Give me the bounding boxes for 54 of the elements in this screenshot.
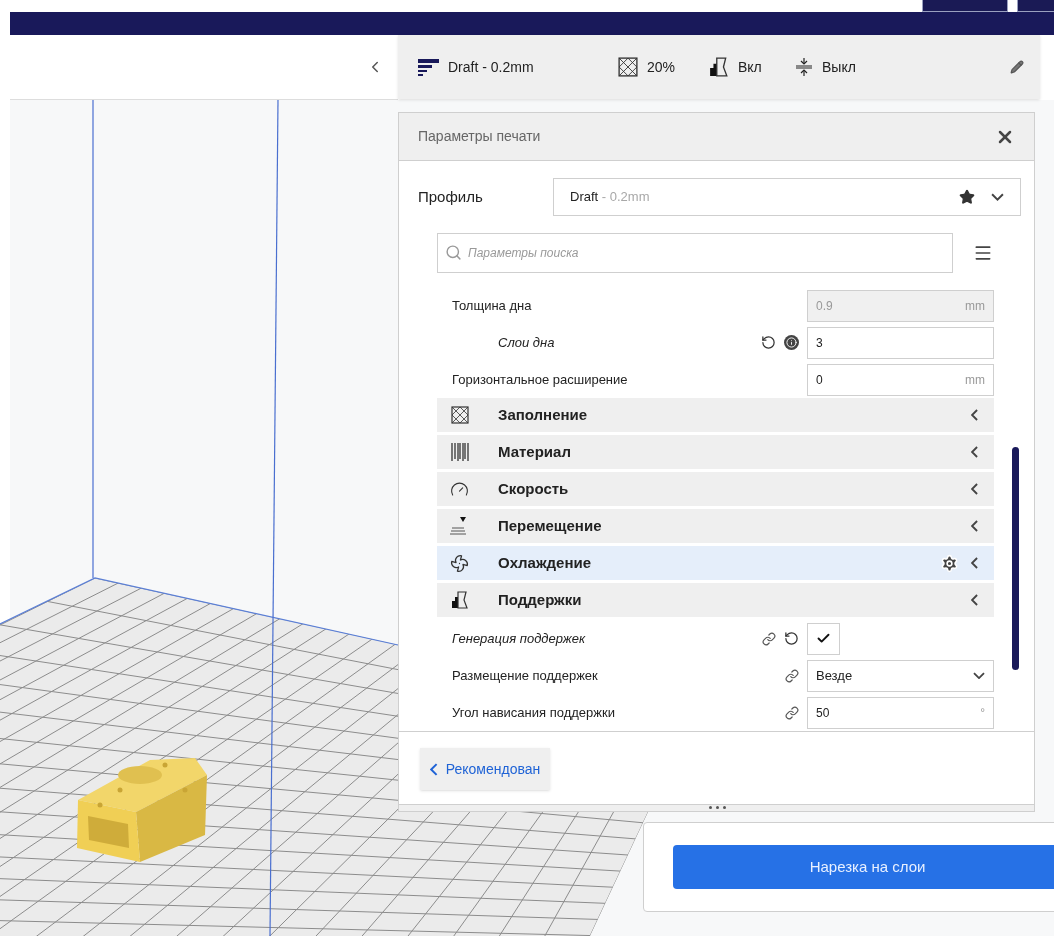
- drag-handle[interactable]: [399, 803, 1034, 811]
- chevron-left-icon: [970, 520, 978, 533]
- profile-dropdown[interactable]: Draft - 0.2mm: [553, 178, 1021, 217]
- support-summary: Вкл: [738, 57, 763, 77]
- setting-label: Толщина дна: [452, 297, 533, 315]
- value-field[interactable]: 50 °: [807, 696, 994, 729]
- setting-label: Размещение поддержек: [452, 667, 599, 685]
- chevron-down-icon: [991, 193, 1004, 202]
- edit-icon[interactable]: [1010, 60, 1024, 74]
- infill-summary: 20%: [647, 57, 677, 77]
- header-button[interactable]: [1017, 0, 1054, 12]
- vertical-lines-icon: [450, 442, 469, 463]
- adhesion-summary: Выкл: [822, 57, 857, 77]
- infill-icon: [618, 57, 638, 77]
- infill-icon: [450, 406, 469, 425]
- profile-label: Профиль: [418, 187, 484, 207]
- chevron-left-icon: [970, 446, 978, 459]
- dropdown[interactable]: Везде: [807, 659, 994, 692]
- search-field[interactable]: Параметры поиска: [437, 233, 953, 274]
- chevron-left-icon: [430, 762, 438, 776]
- reset-icon[interactable]: [784, 631, 799, 647]
- setting-label: Горизонтальное расширение: [452, 371, 629, 389]
- print-summary-bar[interactable]: Draft - 0.2mm 20% Вкл Выкл: [398, 35, 1040, 99]
- category-header[interactable]: Перемещение: [437, 509, 994, 544]
- chevron-down-icon: [973, 672, 985, 680]
- profile-lines-icon: [418, 57, 439, 77]
- support-icon: [450, 591, 469, 610]
- recommended-button[interactable]: Рекомендован: [420, 748, 551, 791]
- category-header[interactable]: Заполнение: [437, 398, 994, 433]
- chevron-left-icon: [970, 483, 978, 496]
- setting-label: Угол нависания поддержки: [452, 704, 616, 722]
- panel-title: Параметры печати: [418, 127, 541, 147]
- header-button[interactable]: [922, 0, 1008, 12]
- support-icon: [709, 57, 729, 77]
- adhesion-icon: [796, 58, 812, 76]
- chevron-left-icon: [970, 594, 978, 607]
- star-icon[interactable]: [959, 189, 975, 206]
- setting-label: Генерация поддержек: [452, 630, 587, 648]
- chevron-left-icon: [970, 409, 978, 422]
- category-header[interactable]: Охлаждение: [437, 546, 994, 581]
- category-header[interactable]: Скорость: [437, 472, 994, 507]
- search-icon: [445, 244, 462, 262]
- profile-name: Draft - 0.2mm: [570, 188, 650, 207]
- settings-icon[interactable]: [939, 553, 959, 573]
- scrollbar[interactable]: [1012, 447, 1019, 671]
- chevron-left-icon: [970, 557, 978, 570]
- value-field[interactable]: 0 mm: [807, 363, 994, 396]
- fan-icon: [450, 553, 469, 573]
- setting-label: Слои дна: [498, 334, 556, 352]
- profile-summary: Draft - 0.2mm: [448, 57, 535, 77]
- category-header[interactable]: Поддержки: [437, 583, 994, 618]
- checkbox[interactable]: [807, 622, 840, 655]
- slice-button[interactable]: Нарезка на слои: [673, 845, 1054, 889]
- category-header[interactable]: Материал: [437, 435, 994, 470]
